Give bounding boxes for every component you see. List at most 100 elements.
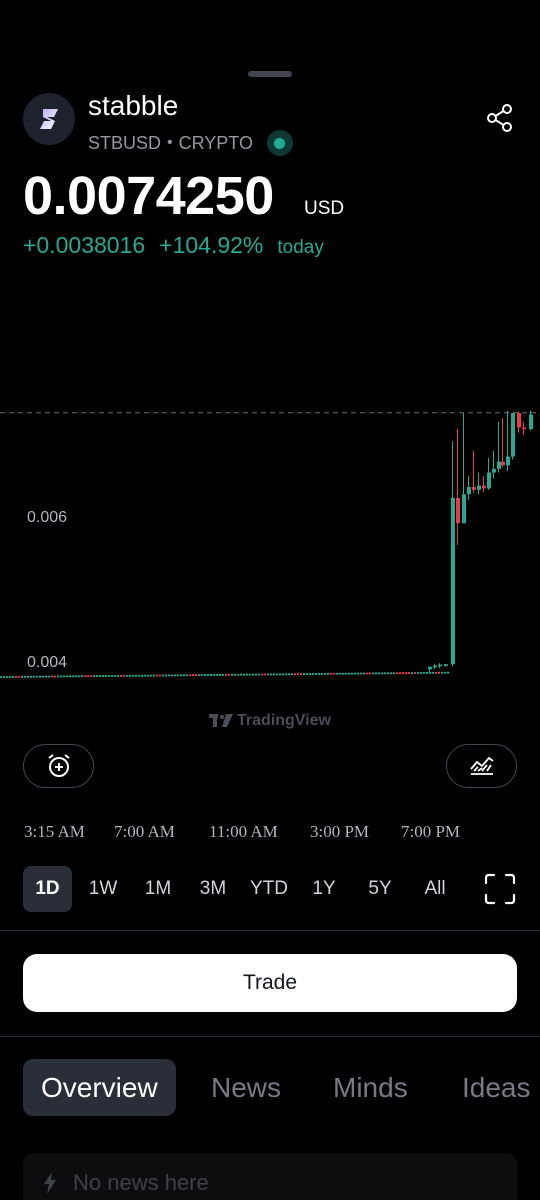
candle-body [517,413,521,428]
candle [354,672,357,675]
section-tabs: Overview News Minds Ideas [0,1059,540,1117]
fullscreen-icon[interactable] [484,873,516,905]
candle [213,674,216,676]
market-open-status-icon[interactable] [266,130,293,156]
change-percent: +104.92% [159,232,264,258]
candle-body [467,487,471,495]
candle-body [522,427,526,430]
candle [174,674,177,677]
candle [171,674,174,677]
market-label: CRYPTO [178,132,253,153]
x-tick: 7:00 PM [401,822,461,841]
tradingview-logo-icon [209,714,233,727]
candle [297,673,300,676]
candle [447,671,450,674]
x-tick: 7:00 AM [114,822,175,841]
candle [372,672,375,675]
candle [135,674,138,677]
candle-body [451,497,455,665]
tab-minds[interactable]: Minds [333,1059,408,1116]
candle-body [433,665,437,668]
candle [57,675,60,678]
candle [408,672,411,674]
price-chart[interactable]: 0.006 0.004 [0,380,540,710]
candle [228,673,231,676]
candle [402,672,405,675]
lightning-icon [44,1172,56,1194]
range-1m[interactable]: 1M [137,866,179,912]
candle [126,674,129,677]
candle [102,675,105,677]
candle [405,672,408,675]
candle [342,672,345,675]
candle [69,675,72,678]
last-price: 0.0074250 [23,166,274,226]
candle [39,675,42,678]
range-1y[interactable]: 1Y [303,866,345,912]
candle [78,675,81,678]
candle-body [477,485,481,490]
range-1d[interactable]: 1D [23,866,72,912]
add-alert-button[interactable] [23,744,94,788]
candle [192,674,195,677]
candle [366,672,369,675]
candle [267,673,270,676]
candle [309,673,312,675]
tab-news[interactable]: News [211,1059,281,1116]
candle [180,674,183,677]
price-change: +0.0038016 +104.92% today [23,232,324,259]
candle [261,673,264,676]
asset-subtitle: STBUSD • CRYPTO [88,130,293,156]
candle [138,674,141,677]
candle [159,674,162,677]
candle [375,672,378,675]
candle [42,675,45,678]
candle [15,676,18,678]
share-icon[interactable] [484,102,516,134]
watermark-text: TradingView [237,712,331,729]
candle [177,674,180,677]
change-period: today [277,237,324,258]
candle [441,671,444,674]
candle-body [428,666,432,670]
candle [321,673,324,675]
drag-handle[interactable] [248,71,292,77]
separator: • [167,134,173,151]
candle [21,675,24,678]
candle-body [506,456,510,466]
range-all[interactable]: All [414,866,456,912]
candle [435,671,438,674]
range-ytd[interactable]: YTD [246,866,292,912]
candle [300,673,303,676]
candle [318,673,321,675]
candle [234,673,237,676]
candle [390,672,393,675]
candle [336,672,339,675]
candle [273,673,276,676]
candle [288,673,291,676]
candle [66,675,69,678]
candle [99,675,102,677]
candle [12,676,15,678]
candle [270,673,273,676]
tab-ideas[interactable]: Ideas [462,1059,531,1116]
range-selector: 1D 1W 1M 3M YTD 1Y 5Y All [0,866,540,912]
candle [369,672,372,675]
candle [384,672,387,675]
range-1w[interactable]: 1W [82,866,124,912]
candle [123,674,126,677]
candle [381,672,384,675]
candle [114,675,117,677]
trade-button[interactable]: Trade [23,954,517,1012]
candle [291,673,294,676]
tab-overview[interactable]: Overview [23,1059,176,1116]
candle [339,672,342,675]
candle [327,672,330,675]
candle [225,673,228,676]
news-empty-card: No news here [23,1153,517,1200]
candle [276,673,279,676]
candle [264,673,267,676]
range-3m[interactable]: 3M [192,866,234,912]
chart-style-button[interactable] [446,744,517,788]
range-5y[interactable]: 5Y [359,866,401,912]
